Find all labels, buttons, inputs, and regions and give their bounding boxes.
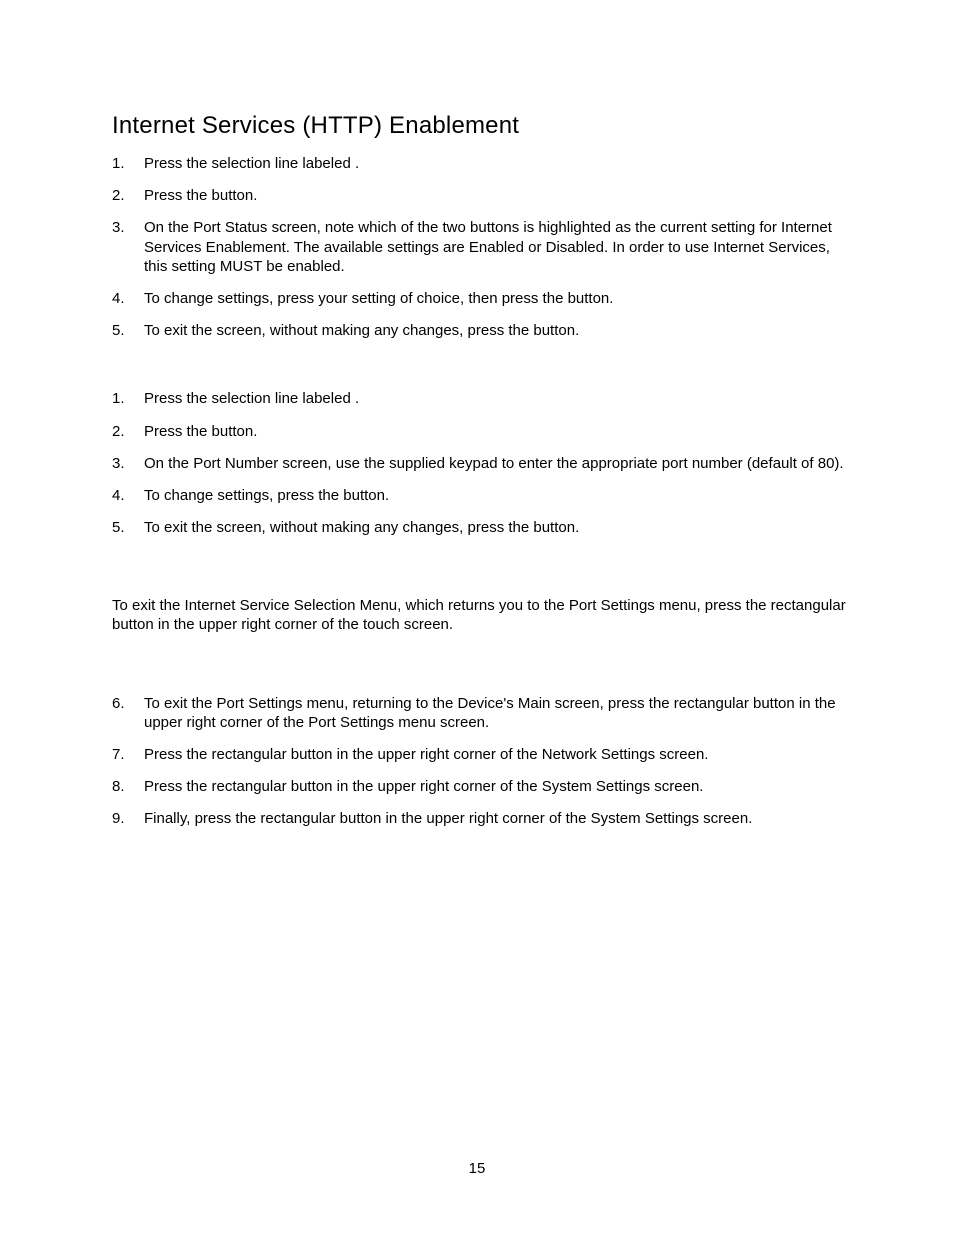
item-text: To exit the screen, without making any c… bbox=[144, 519, 579, 536]
item-text: Finally, press the rectangular button in… bbox=[144, 810, 752, 827]
steps-list-b: 1. Press the selection line labeled . 2. P… bbox=[112, 389, 846, 537]
body-paragraph: To exit the Internet Service Selection M… bbox=[112, 596, 846, 634]
list-item: 7. Press the rectangular button in the up… bbox=[112, 745, 846, 764]
item-number: 1. bbox=[112, 154, 125, 173]
item-text: Press the rectangular button in the uppe… bbox=[144, 746, 708, 763]
item-text: To exit the Port Settings menu, returnin… bbox=[144, 695, 836, 731]
section-heading: Internet Services (HTTP) Enablement bbox=[112, 112, 846, 140]
item-text: On the Port Number screen, use the suppl… bbox=[144, 455, 844, 472]
list-item: 9. Finally, press the rectangular button … bbox=[112, 809, 846, 828]
item-text: Press the selection line labeled . bbox=[144, 155, 359, 172]
steps-list-a: 1. Press the selection line labeled . 2. P… bbox=[112, 154, 846, 340]
list-item: 2. Press the button. bbox=[112, 422, 846, 441]
item-number: 6. bbox=[112, 694, 125, 713]
item-text: To change settings, press your setting o… bbox=[144, 290, 613, 307]
spacer bbox=[112, 550, 846, 596]
item-number: 7. bbox=[112, 745, 125, 764]
item-number: 3. bbox=[112, 454, 125, 473]
list-item: 5. To exit the screen, without making any… bbox=[112, 518, 846, 537]
item-text: To change settings, press the button. bbox=[144, 487, 389, 504]
item-number: 2. bbox=[112, 186, 125, 205]
list-item: 4. To change settings, press your setting… bbox=[112, 289, 846, 308]
item-text: Press the button. bbox=[144, 423, 257, 440]
item-number: 8. bbox=[112, 777, 125, 796]
item-text: Press the button. bbox=[144, 187, 257, 204]
list-item: 3. On the Port Number screen, use the sup… bbox=[112, 454, 846, 473]
list-item: 2. Press the button. bbox=[112, 186, 846, 205]
list-item: 4. To change settings, press the button. bbox=[112, 486, 846, 505]
list-item: 8. Press the rectangular button in the up… bbox=[112, 777, 846, 796]
list-item: 1. Press the selection line labeled . bbox=[112, 154, 846, 173]
item-text: Press the selection line labeled . bbox=[144, 390, 359, 407]
page-number: 15 bbox=[0, 1160, 954, 1177]
item-number: 1. bbox=[112, 389, 125, 408]
item-number: 4. bbox=[112, 486, 125, 505]
spacer bbox=[112, 353, 846, 389]
list-item: 5. To exit the screen, without making any… bbox=[112, 321, 846, 340]
item-number: 3. bbox=[112, 218, 125, 237]
list-item: 1. Press the selection line labeled . bbox=[112, 389, 846, 408]
item-number: 5. bbox=[112, 518, 125, 537]
item-number: 5. bbox=[112, 321, 125, 340]
item-text: To exit the screen, without making any c… bbox=[144, 322, 579, 339]
list-item: 3. On the Port Status screen, note which … bbox=[112, 218, 846, 276]
item-text: Press the rectangular button in the uppe… bbox=[144, 778, 703, 795]
document-page: Internet Services (HTTP) Enablement 1. Pr… bbox=[0, 0, 954, 1235]
item-text: On the Port Status screen, note which of… bbox=[144, 219, 832, 274]
steps-list-c: 6. To exit the Port Settings menu, return… bbox=[112, 694, 846, 829]
item-number: 4. bbox=[112, 289, 125, 308]
spacer bbox=[112, 648, 846, 694]
item-number: 2. bbox=[112, 422, 125, 441]
item-number: 9. bbox=[112, 809, 125, 828]
list-item: 6. To exit the Port Settings menu, return… bbox=[112, 694, 846, 732]
